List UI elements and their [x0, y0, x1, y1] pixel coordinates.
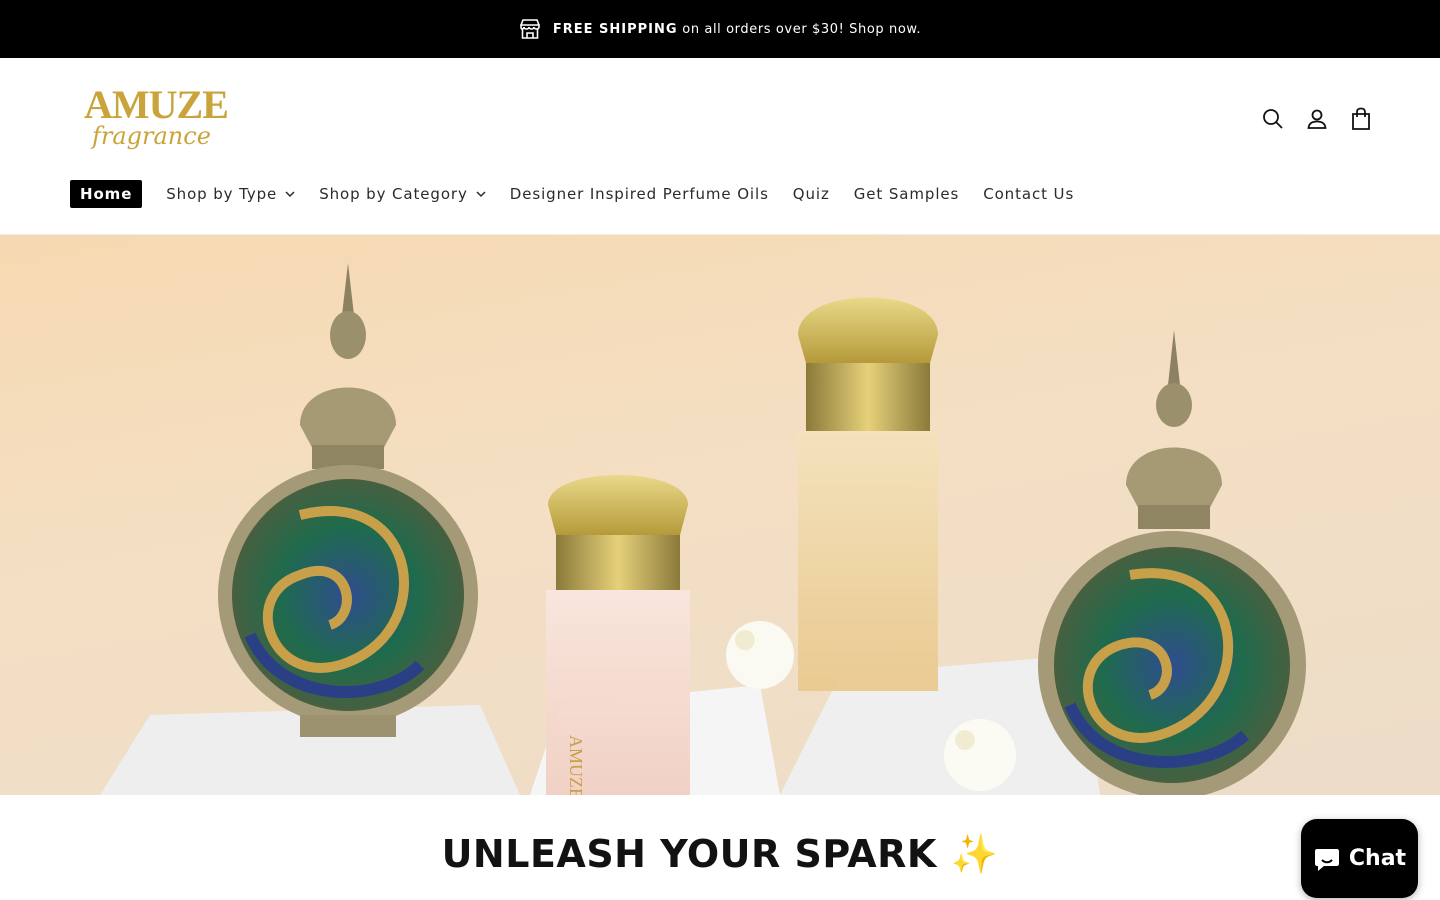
- chat-label: Chat: [1348, 846, 1407, 871]
- announcement-bold: FREE SHIPPING: [552, 21, 678, 37]
- main-nav: Home Shop by Type Shop by Category Desig…: [70, 180, 1086, 208]
- tall-amber-bottle: [798, 297, 938, 691]
- nav-label: Shop by Type: [166, 185, 278, 203]
- nav-shop-by-category[interactable]: Shop by Category: [307, 180, 498, 208]
- brand-logo[interactable]: AMUZE fragrance: [84, 82, 229, 161]
- account-icon[interactable]: [1306, 107, 1328, 131]
- chat-bubble-icon: [1313, 845, 1341, 873]
- nav-quiz[interactable]: Quiz: [781, 180, 842, 208]
- store-icon: [519, 18, 541, 40]
- hero-perfume-bottles-image: AMUZE: [100, 263, 1306, 795]
- nav-shop-by-type[interactable]: Shop by Type: [154, 180, 307, 208]
- small-pink-bottle: AMUZE: [546, 475, 690, 795]
- nav-home[interactable]: Home: [70, 180, 143, 208]
- chevron-down-icon: [285, 189, 295, 199]
- hero-banner: AMUZE: [0, 235, 1440, 795]
- chat-button[interactable]: Chat: [1301, 819, 1418, 898]
- header-icons: [1262, 107, 1372, 131]
- brand-name: AMUZE: [84, 82, 229, 127]
- nav-designer-inspired[interactable]: Designer Inspired Perfume Oils: [498, 180, 781, 208]
- search-icon[interactable]: [1262, 107, 1284, 131]
- nav-label: Shop by Category: [319, 185, 468, 203]
- brand-tagline: fragrance: [92, 122, 211, 150]
- nav-get-samples[interactable]: Get Samples: [842, 180, 971, 208]
- right-ornate-bottle: [1038, 330, 1306, 795]
- cart-icon[interactable]: [1350, 107, 1372, 131]
- announcement-bar[interactable]: FREE SHIPPING on all orders over $30! Sh…: [0, 0, 1440, 58]
- site-header: AMUZE fragrance Home Shop by Type Shop b…: [0, 59, 1440, 235]
- chevron-down-icon: [476, 189, 486, 199]
- bottle-brand-text: AMUZE: [566, 735, 586, 795]
- nav-contact-us[interactable]: Contact Us: [971, 180, 1086, 208]
- left-ornate-bottle: [218, 263, 478, 737]
- announcement-text: on all orders over $30! Shop now.: [682, 21, 922, 37]
- section-headline: UNLEASH YOUR SPARK ✨: [441, 832, 999, 876]
